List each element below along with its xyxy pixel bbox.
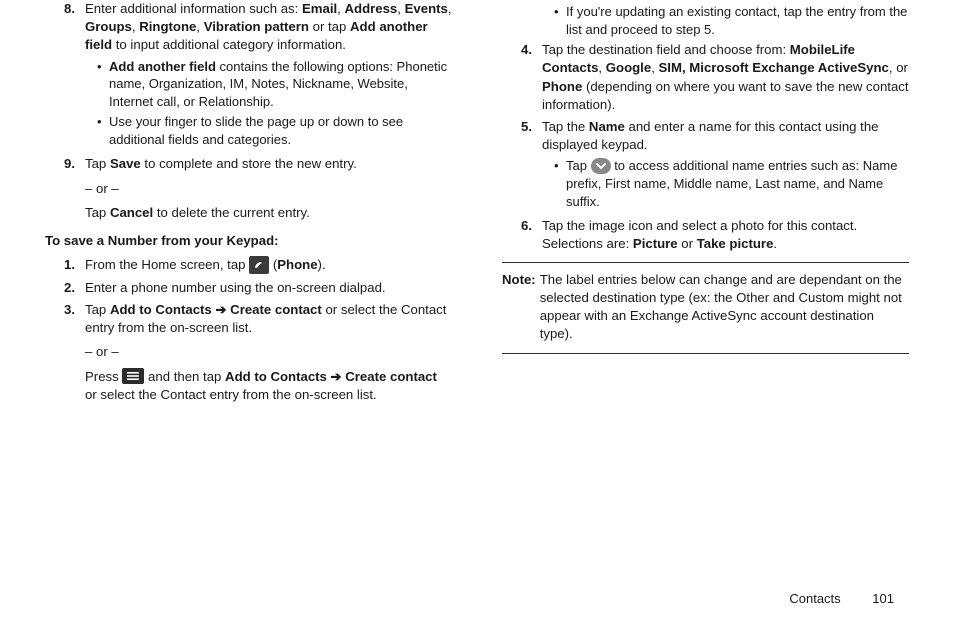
chevron-down-icon <box>591 158 611 174</box>
step-number: 3. <box>45 301 85 404</box>
text: or tap <box>309 19 350 34</box>
sub-bullet: • If you're updating an existing contact… <box>554 3 909 38</box>
field-address: Address <box>345 1 398 16</box>
note-label: Note: <box>502 271 540 344</box>
step-number: 4. <box>502 41 542 114</box>
text: ). <box>318 257 326 272</box>
step-body: From the Home screen, tap (Phone). <box>85 256 452 275</box>
step-body: Enter additional information such as: Em… <box>85 0 452 151</box>
bullet-dot: • <box>554 157 566 210</box>
text: Tap <box>85 302 110 317</box>
field-email: Email <box>302 1 337 16</box>
subheading-save-from-keypad: To save a Number from your Keypad: <box>45 232 452 250</box>
field-vibration: Vibration pattern <box>204 19 309 34</box>
keypad-step-1: 1. From the Home screen, tap (Phone). <box>45 256 452 275</box>
alt-line: Press and then tap Add to Contacts ➔ Cre… <box>85 368 452 404</box>
text: Tap <box>85 205 110 220</box>
step-number: 6. <box>502 217 542 253</box>
step-9: 9. Tap Save to complete and store the ne… <box>45 155 452 222</box>
note-block: Note: The label entries below can change… <box>502 271 909 344</box>
footer-section: Contacts <box>789 591 840 606</box>
take-picture-label: Take picture <box>697 236 774 251</box>
create-contact-label: Create contact <box>345 369 437 384</box>
text: to input additional category information… <box>112 37 346 52</box>
left-column: 8. Enter additional information such as:… <box>45 0 452 570</box>
add-to-contacts-label: Add to Contacts <box>225 369 327 384</box>
text: Press <box>85 369 122 384</box>
menu-icon <box>122 368 144 384</box>
field-ringtone: Ringtone <box>139 19 196 34</box>
alt-line: Tap Cancel to delete the current entry. <box>85 204 452 222</box>
add-to-contacts-label: Add to Contacts <box>110 302 212 317</box>
keypad-step-2: 2. Enter a phone number using the on-scr… <box>45 279 452 297</box>
sub-bullet-body: Use your finger to slide the page up or … <box>109 113 452 148</box>
step-body: Tap Save to complete and store the new e… <box>85 155 452 222</box>
step-number: 9. <box>45 155 85 222</box>
add-another-field-bold: Add another field <box>109 59 216 74</box>
step-4: 4. Tap the destination field and choose … <box>502 41 909 114</box>
arrow-icon: ➔ <box>212 302 230 317</box>
step-body: Tap Add to Contacts ➔ Create contact or … <box>85 301 452 404</box>
step-8: 8. Enter additional information such as:… <box>45 0 452 151</box>
arrow-icon: ➔ <box>327 369 345 384</box>
text: or select the Contact entry from the on-… <box>85 387 377 402</box>
text: to access additional name entries such a… <box>566 158 897 208</box>
rule-top <box>502 262 909 263</box>
or-separator: – or – <box>85 343 452 361</box>
sub-bullet: • Add another field contains the followi… <box>97 58 452 111</box>
field-events: Events <box>405 1 448 16</box>
text: Tap <box>85 156 110 171</box>
two-column-layout: 8. Enter additional information such as:… <box>45 0 909 570</box>
text: Tap the destination field and choose fro… <box>542 42 790 57</box>
step-number: 5. <box>502 118 542 213</box>
sub-bullet-body: Add another field contains the following… <box>109 58 452 111</box>
text: and then tap <box>144 369 225 384</box>
or-separator: – or – <box>85 180 452 198</box>
text: Tap the <box>542 119 589 134</box>
step-body: Enter a phone number using the on-screen… <box>85 279 452 297</box>
bullet-dot: • <box>554 3 566 38</box>
sub-bullet: • Use your finger to slide the page up o… <box>97 113 452 148</box>
footer-page-number: 101 <box>872 591 894 606</box>
field-groups: Groups <box>85 19 132 34</box>
text: (depending on where you want to save the… <box>542 79 909 112</box>
step-body: Tap the image icon and select a photo fo… <box>542 217 909 253</box>
text: or <box>678 236 697 251</box>
step-6: 6. Tap the image icon and select a photo… <box>502 217 909 253</box>
phone-label: Phone <box>277 257 317 272</box>
step-number: 8. <box>45 0 85 151</box>
text: Tap <box>566 158 591 173</box>
sub-bullet-body: Tap to access additional name entries su… <box>566 157 909 210</box>
sub-bullet-body: If you're updating an existing contact, … <box>566 3 909 38</box>
dest-phone: Phone <box>542 79 582 94</box>
right-column: • If you're updating an existing contact… <box>502 0 909 570</box>
keypad-step-3: 3. Tap Add to Contacts ➔ Create contact … <box>45 301 452 404</box>
bullet-dot: • <box>97 113 109 148</box>
rule-bottom <box>502 353 909 354</box>
name-label: Name <box>589 119 625 134</box>
picture-label: Picture <box>633 236 678 251</box>
step-number: 1. <box>45 256 85 275</box>
text: to complete and store the new entry. <box>141 156 357 171</box>
step-5: 5. Tap the Name and enter a name for thi… <box>502 118 909 213</box>
note-body: The label entries below can change and a… <box>540 271 909 344</box>
dest-google: Google <box>606 60 651 75</box>
step-body: Tap the Name and enter a name for this c… <box>542 118 909 213</box>
step-number: 2. <box>45 279 85 297</box>
create-contact-label: Create contact <box>230 302 322 317</box>
page: 8. Enter additional information such as:… <box>0 0 954 636</box>
text: Enter additional information such as: <box>85 1 302 16</box>
step-body: Tap the destination field and choose fro… <box>542 41 909 114</box>
text: From the Home screen, tap <box>85 257 249 272</box>
dest-sim-exchange: SIM, Microsoft Exchange ActiveSync <box>659 60 889 75</box>
bullet-dot: • <box>97 58 109 111</box>
text: to delete the current entry. <box>153 205 310 220</box>
sub-bullet: • Tap to access additional name entries … <box>554 157 909 210</box>
save-label: Save <box>110 156 141 171</box>
page-footer: Contacts 101 <box>789 590 894 608</box>
continued-indent: • If you're updating an existing contact… <box>542 3 909 38</box>
phone-icon <box>249 256 269 274</box>
text: . <box>773 236 777 251</box>
cancel-label: Cancel <box>110 205 153 220</box>
